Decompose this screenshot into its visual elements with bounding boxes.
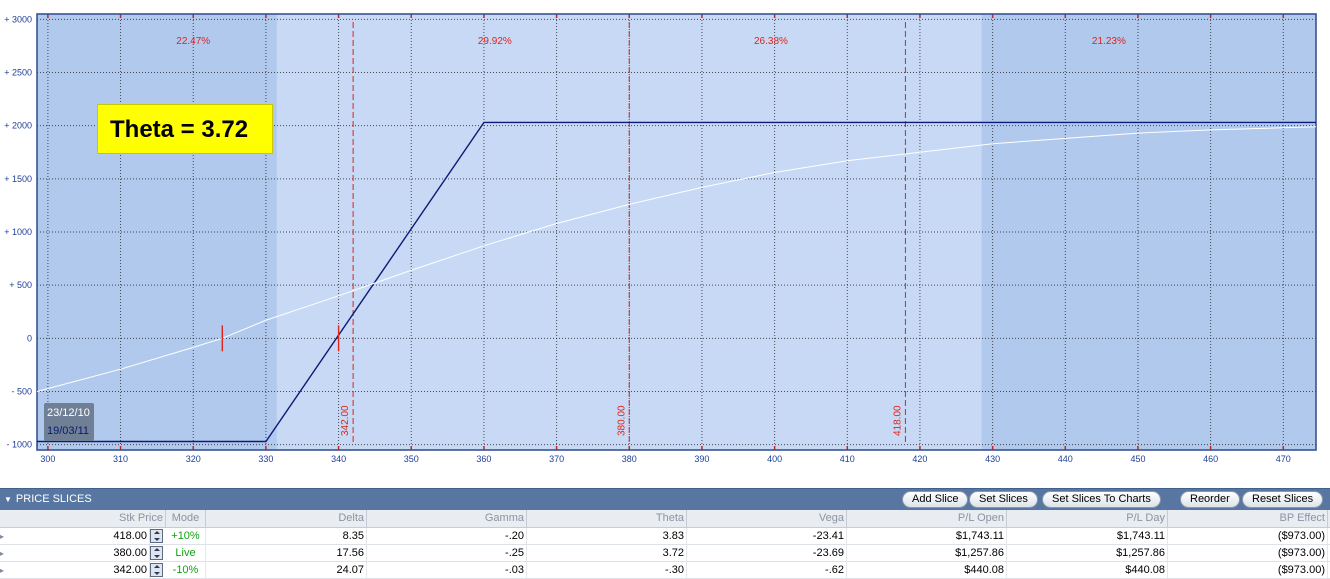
y-tick-label: 0	[27, 333, 32, 343]
price-slice-label: 342.00	[340, 405, 351, 436]
x-tick-label: 450	[1130, 454, 1145, 464]
zone-probability-label: 22.47%	[176, 36, 210, 47]
zone-band	[37, 14, 277, 450]
cell-pl-open: $440.08	[847, 562, 1007, 578]
cell-bp-effect: ($973.00)	[1168, 562, 1328, 578]
y-tick-label: - 1000	[6, 440, 32, 450]
col-stk-price[interactable]: Stk Price	[0, 510, 166, 527]
price-slice-label: 380.00	[616, 405, 627, 436]
theta-annotation: Theta = 3.72	[97, 104, 273, 154]
y-tick-label: + 3000	[4, 14, 32, 24]
cell-stk-price: 342.00	[0, 562, 150, 578]
price-slices-toggle[interactable]: ▼ PRICE SLICES	[4, 493, 92, 505]
x-tick-label: 350	[404, 454, 419, 464]
y-tick-label: - 500	[11, 387, 32, 397]
x-tick-label: 470	[1276, 454, 1291, 464]
cell-stk-price: 380.00	[0, 545, 150, 561]
cell-vega: -.62	[687, 562, 847, 578]
cell-delta: 8.35	[206, 528, 367, 544]
cell-bp-effect: ($973.00)	[1168, 528, 1328, 544]
cell-theta: -.30	[527, 562, 687, 578]
zone-probability-label: 21.23%	[1092, 36, 1126, 47]
table-row[interactable]: ▸ 418.00 +10% 8.35 -.20 3.83 -23.41 $1,7…	[0, 528, 1330, 545]
col-pl-day[interactable]: P/L Day	[1007, 510, 1168, 527]
cell-gamma: -.20	[367, 528, 527, 544]
risk-chart-svg[interactable]: + 3000 + 2500 + 2000 + 1500 + 1000 + 500 0 - 50…	[0, 0, 1330, 488]
y-tick-label: + 500	[9, 280, 32, 290]
cell-theta: 3.72	[527, 545, 687, 561]
table-row[interactable]: ▸ 380.00 Live 17.56 -.25 3.72 -23.69 $1,…	[0, 545, 1330, 562]
x-tick-label: 380	[622, 454, 637, 464]
cell-mode: -10%	[166, 562, 206, 578]
x-tick-label: 360	[476, 454, 491, 464]
cell-pl-open: $1,743.11	[847, 528, 1007, 544]
set-slices-to-charts-button[interactable]: Set Slices To Charts	[1042, 491, 1161, 508]
cell-pl-open: $1,257.86	[847, 545, 1007, 561]
cell-mode: +10%	[166, 528, 206, 544]
table-header: Stk Price Mode Delta Gamma Theta Vega P/…	[0, 510, 1330, 528]
y-tick-label: + 2500	[4, 67, 32, 77]
x-tick-label: 400	[767, 454, 782, 464]
col-mode[interactable]: Mode	[166, 510, 206, 527]
zone-probability-label: 26.38%	[754, 36, 788, 47]
date-legend: 23/12/10 19/03/11	[44, 403, 94, 441]
col-pl-open[interactable]: P/L Open	[847, 510, 1007, 527]
cell-gamma: -.25	[367, 545, 527, 561]
x-tick-label: 440	[1058, 454, 1073, 464]
cell-mode: Live	[166, 545, 206, 561]
price-spinner-icon[interactable]	[150, 529, 163, 543]
x-tick-label: 370	[549, 454, 564, 464]
zone-probability-label: 29.92%	[478, 36, 512, 47]
set-slices-button[interactable]: Set Slices	[969, 491, 1038, 508]
col-gamma[interactable]: Gamma	[367, 510, 527, 527]
cell-delta: 17.56	[206, 545, 367, 561]
col-bp-effect[interactable]: BP Effect	[1168, 510, 1328, 527]
x-tick-label: 300	[40, 454, 55, 464]
x-tick-label: 310	[113, 454, 128, 464]
cell-delta: 24.07	[206, 562, 367, 578]
x-tick-label: 340	[331, 454, 346, 464]
cell-pl-day: $1,743.11	[1007, 528, 1168, 544]
x-tick-label: 320	[186, 454, 201, 464]
legend-date-2: 19/03/11	[47, 425, 90, 437]
table-row[interactable]: ▸ 342.00 -10% 24.07 -.03 -.30 -.62 $440.…	[0, 562, 1330, 579]
collapse-triangle-icon[interactable]: ▼	[4, 495, 12, 504]
price-spinner-icon[interactable]	[150, 563, 163, 577]
x-tick-label: 420	[912, 454, 927, 464]
x-tick-label: 390	[694, 454, 709, 464]
cell-vega: -23.41	[687, 528, 847, 544]
x-tick-label: 410	[840, 454, 855, 464]
price-slices-table: Stk Price Mode Delta Gamma Theta Vega P/…	[0, 510, 1330, 579]
col-theta[interactable]: Theta	[527, 510, 687, 527]
col-delta[interactable]: Delta	[206, 510, 367, 527]
col-vega[interactable]: Vega	[687, 510, 847, 527]
cell-stk-price: 418.00	[0, 528, 150, 544]
zone-band	[981, 14, 1316, 450]
y-tick-label: + 1500	[4, 174, 32, 184]
add-slice-button[interactable]: Add Slice	[902, 491, 969, 508]
cell-theta: 3.83	[527, 528, 687, 544]
risk-chart[interactable]: + 3000 + 2500 + 2000 + 1500 + 1000 + 500 0 - 50…	[0, 0, 1330, 488]
reset-slices-button[interactable]: Reset Slices	[1242, 491, 1324, 508]
cell-vega: -23.69	[687, 545, 847, 561]
legend-date-1: 23/12/10	[47, 407, 90, 419]
cell-bp-effect: ($973.00)	[1168, 545, 1328, 561]
y-tick-label: + 2000	[4, 121, 32, 131]
x-tick-label: 430	[985, 454, 1000, 464]
x-tick-label: 460	[1203, 454, 1218, 464]
price-slice-label: 418.00	[892, 405, 903, 436]
y-tick-label: + 1000	[4, 227, 32, 237]
reorder-button[interactable]: Reorder	[1180, 491, 1240, 508]
x-tick-label: 330	[258, 454, 273, 464]
cell-gamma: -.03	[367, 562, 527, 578]
cell-pl-day: $440.08	[1007, 562, 1168, 578]
price-slices-header: ▼ PRICE SLICES Add Slice Set Slices Set S…	[0, 488, 1330, 510]
price-slices-title: PRICE SLICES	[15, 493, 92, 505]
price-spinner-icon[interactable]	[150, 546, 163, 560]
cell-pl-day: $1,257.86	[1007, 545, 1168, 561]
